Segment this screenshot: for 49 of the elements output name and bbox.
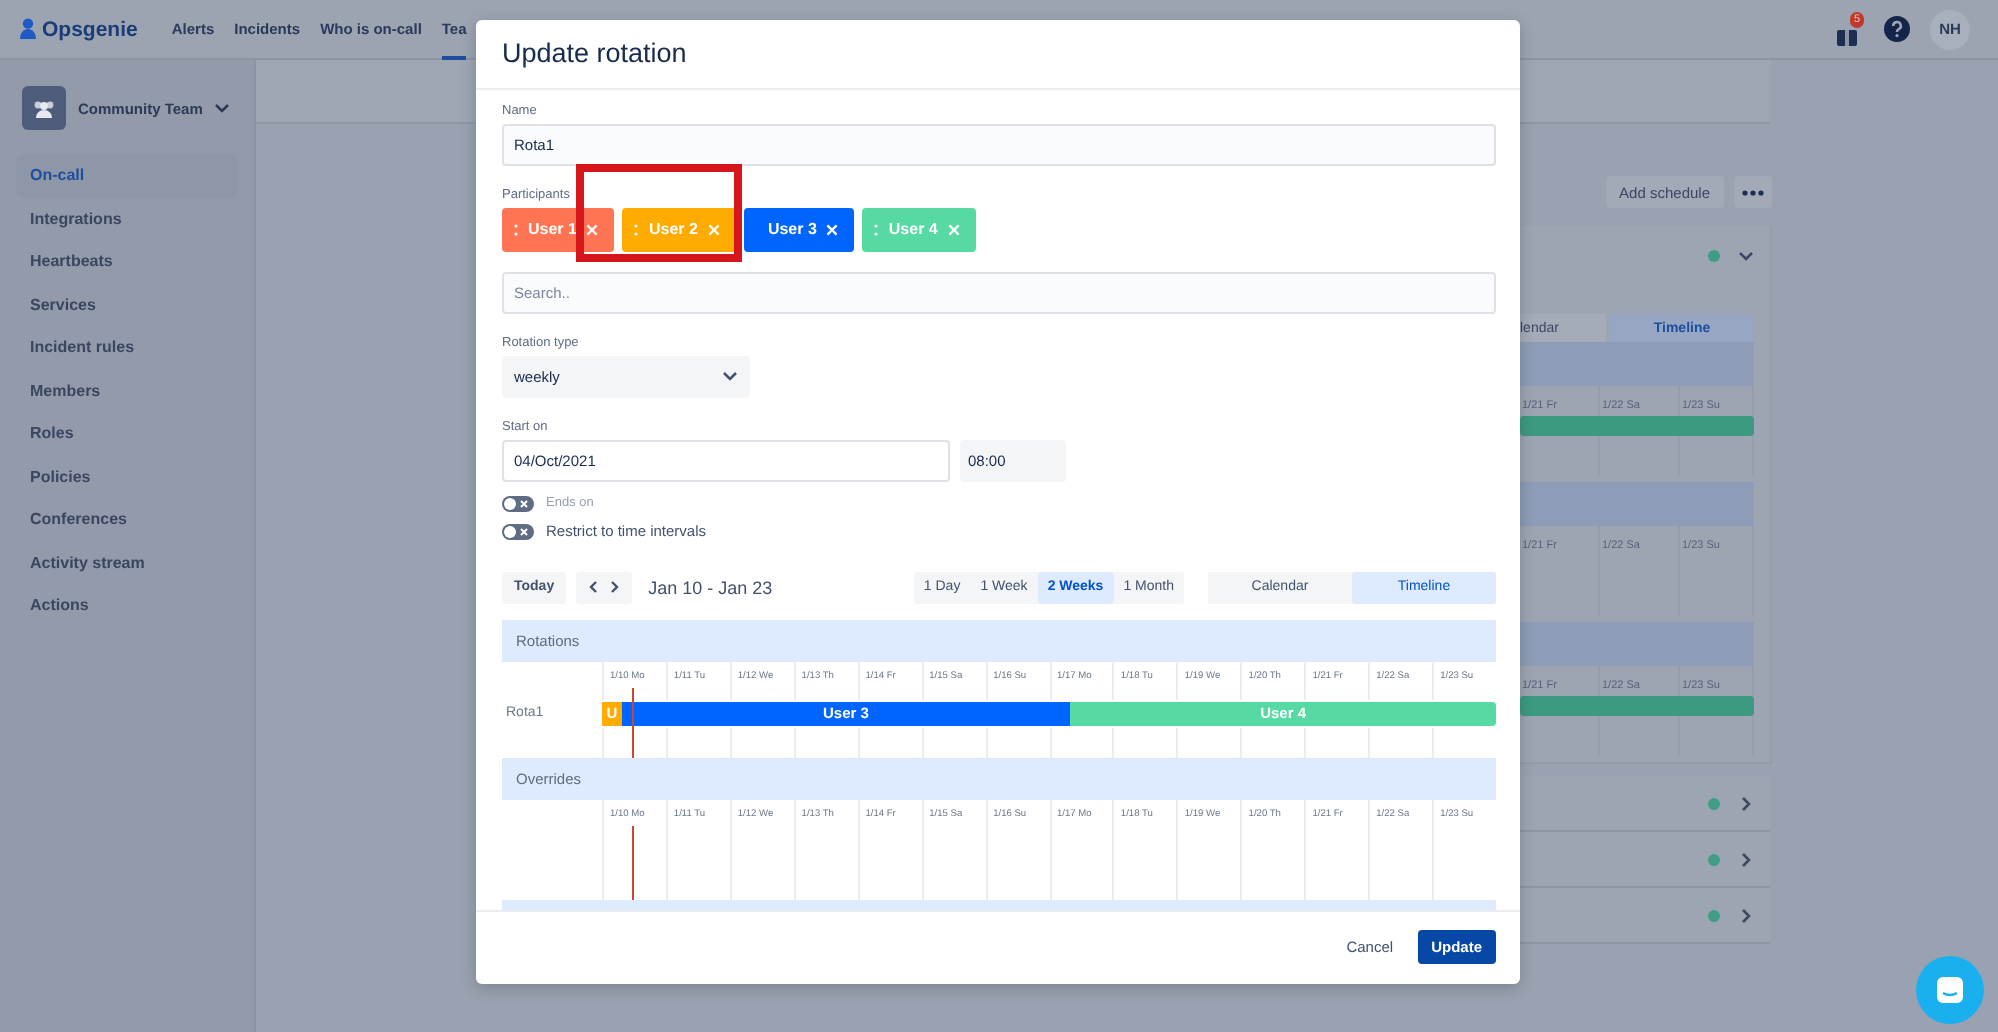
close-icon[interactable] xyxy=(586,223,599,235)
current-time-line xyxy=(632,687,634,757)
participant-chip[interactable]: User 1 xyxy=(502,207,615,251)
participant-name: User 2 xyxy=(648,220,698,238)
sidebar-item[interactable]: Policies xyxy=(16,455,238,498)
people-icon xyxy=(32,99,56,117)
current-time-line xyxy=(632,825,634,899)
sidebar-item[interactable]: Services xyxy=(16,283,238,326)
close-icon[interactable] xyxy=(826,223,839,235)
more-button[interactable] xyxy=(1734,176,1772,208)
help-icon[interactable] xyxy=(1884,16,1910,42)
chevron-right-icon[interactable] xyxy=(1740,795,1752,811)
chat-icon xyxy=(1936,976,1964,1004)
participant-chip[interactable]: User 3 xyxy=(743,207,855,251)
status-dot-icon xyxy=(1708,250,1720,262)
sidebar-item[interactable]: On-call xyxy=(16,154,238,197)
sidebar-item[interactable]: Integrations xyxy=(16,197,238,240)
chevron-right-icon[interactable] xyxy=(610,580,621,594)
drag-handle-icon[interactable] xyxy=(634,223,639,235)
drag-handle-icon[interactable] xyxy=(514,223,518,235)
toggle-switch[interactable] xyxy=(502,523,534,539)
sidebar-item[interactable]: Heartbeats xyxy=(16,240,238,283)
participant-name: User 3 xyxy=(767,220,817,238)
chevron-right-icon[interactable] xyxy=(1740,851,1752,867)
chevron-left-icon[interactable] xyxy=(588,580,599,594)
chevron-down-icon xyxy=(1738,250,1754,262)
participant-name: User 4 xyxy=(888,220,938,238)
chat-button[interactable] xyxy=(1916,956,1984,1024)
toggle-knob-icon xyxy=(502,523,534,539)
drag-handle-icon[interactable] xyxy=(874,223,879,235)
sidebar-item[interactable]: Members xyxy=(16,369,238,412)
logo-icon xyxy=(20,18,36,40)
participant-name: User 1 xyxy=(528,220,577,238)
chevron-down-icon xyxy=(722,370,738,382)
date-range: Jan 10 - Jan 23 xyxy=(648,577,773,597)
sidebar-item[interactable]: Roles xyxy=(16,412,238,455)
sidebar-item[interactable]: Actions xyxy=(16,584,238,627)
logo-text: Opsgenie xyxy=(42,17,138,41)
chevron-down-icon xyxy=(214,102,231,114)
dialog-title: Update rotation xyxy=(476,20,1520,89)
chevron-right-icon[interactable] xyxy=(1740,907,1752,923)
sidebar-item[interactable]: Activity stream xyxy=(16,541,238,584)
status-dot-icon xyxy=(1708,909,1720,921)
toggle-knob-icon xyxy=(502,495,534,511)
more-icon xyxy=(1742,189,1764,195)
status-dot-icon xyxy=(1708,797,1720,809)
status-dot-icon xyxy=(1708,853,1720,865)
sidebar-item[interactable]: Incident rules xyxy=(16,326,238,369)
sidebar-item[interactable]: Conferences xyxy=(16,498,238,541)
